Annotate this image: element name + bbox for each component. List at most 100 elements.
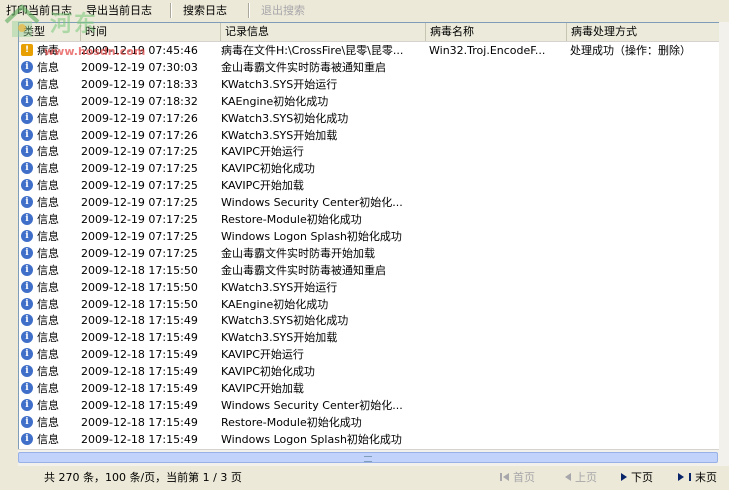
table-row[interactable]: i 信息 2009-12-18 17:15:49 KAVIPC初始化成功 — [19, 363, 720, 380]
cell-type: i 信息 — [19, 279, 83, 296]
row-type-label: 信息 — [37, 348, 59, 362]
row-type-label: 信息 — [37, 77, 59, 91]
horizontal-scroll-thumb[interactable] — [18, 452, 718, 463]
cell-type: i 信息 — [19, 363, 83, 380]
cell-virus-name — [429, 76, 567, 93]
table-row[interactable]: ! 病毒 2009-12-19 07:45:46 病毒在文件H:\CrossFire\… — [19, 42, 720, 59]
cell-action — [570, 211, 720, 228]
toolbar-separator — [248, 3, 250, 18]
first-page-button[interactable]: 首页 — [500, 470, 535, 486]
row-type-label: 病毒 — [37, 44, 59, 57]
table-row[interactable]: i 信息 2009-12-19 07:17:25 KAVIPC开始加载 — [19, 177, 720, 194]
cell-virus-name — [429, 431, 567, 448]
cell-action — [570, 329, 720, 346]
cell-type: i 信息 — [19, 93, 83, 110]
column-header-record[interactable]: 记录信息 — [221, 23, 426, 41]
cell-time: 2009-12-19 07:17:25 — [81, 145, 198, 159]
row-type-label: 信息 — [37, 415, 59, 429]
horizontal-scrollbar[interactable] — [18, 449, 719, 466]
row-type-label: 信息 — [37, 162, 59, 176]
cell-time: 2009-12-19 07:17:25 — [81, 162, 198, 176]
table-row[interactable]: i 信息 2009-12-18 17:15:50 KAEngine初始化成功 — [19, 296, 720, 313]
table-row[interactable]: i 信息 2009-12-18 17:15:49 KAVIPC开始运行 — [19, 346, 720, 363]
vertical-scrollbar[interactable] — [719, 22, 729, 466]
column-header-time[interactable]: 时间 — [81, 23, 221, 41]
cell-virus-name — [429, 380, 567, 397]
cell-record: KWatch3.SYS开始加载 — [221, 128, 338, 142]
cell-record: 金山毒霸文件实时防毒开始加载 — [221, 246, 375, 260]
print-log-button[interactable]: 打印当前日志 — [6, 3, 72, 18]
row-type-label: 信息 — [37, 145, 59, 159]
info-icon: i — [21, 365, 33, 378]
cell-virus-name — [429, 110, 567, 127]
cell-time: 2009-12-19 07:17:26 — [81, 111, 198, 125]
cell-action — [570, 262, 720, 279]
cell-time: 2009-12-19 07:17:25 — [81, 179, 198, 193]
column-header-virus-name[interactable]: 病毒名称 — [426, 23, 567, 41]
table-row[interactable]: i 信息 2009-12-19 07:17:25 Restore-Module初始化成… — [19, 211, 720, 228]
info-icon: i — [21, 145, 33, 158]
cell-time: 2009-12-18 17:15:50 — [81, 280, 198, 294]
table-row[interactable]: i 信息 2009-12-19 07:17:25 Windows Security C… — [19, 194, 720, 211]
table-row[interactable]: i 信息 2009-12-19 07:17:26 KWatch3.SYS初始化成功 — [19, 110, 720, 127]
table-row[interactable]: i 信息 2009-12-19 07:17:25 KAVIPC开始运行 — [19, 143, 720, 160]
table-row[interactable]: i 信息 2009-12-19 07:17:25 金山毒霸文件实时防毒开始加载 — [19, 245, 720, 262]
table-row[interactable]: i 信息 2009-12-18 17:15:49 KWatch3.SYS开始加载 — [19, 329, 720, 346]
cell-action — [570, 228, 720, 245]
table-row[interactable]: i 信息 2009-12-19 07:18:32 KAEngine初始化成功 — [19, 93, 720, 110]
cell-type: i 信息 — [19, 228, 83, 245]
cell-type: i 信息 — [19, 211, 83, 228]
next-page-button[interactable]: 下页 — [621, 470, 653, 486]
cell-record: KWatch3.SYS初始化成功 — [221, 314, 349, 328]
prev-page-button[interactable]: 上页 — [565, 470, 597, 486]
info-icon: i — [21, 213, 33, 225]
row-type-label: 信息 — [37, 128, 59, 142]
table-row[interactable]: i 信息 2009-12-18 17:15:49 Windows Security C… — [19, 397, 720, 414]
table-row[interactable]: i 信息 2009-12-18 17:15:50 KWatch3.SYS开始运行 — [19, 279, 720, 296]
table-row[interactable]: i 信息 2009-12-18 17:15:49 Restore-Module初始化成… — [19, 414, 720, 431]
export-log-button[interactable]: 导出当前日志 — [86, 3, 152, 18]
last-page-button[interactable]: 末页 — [678, 470, 717, 486]
cell-action — [570, 279, 720, 296]
info-icon: i — [21, 246, 33, 259]
cell-time: 2009-12-18 17:15:50 — [81, 297, 198, 311]
table-row[interactable]: i 信息 2009-12-19 07:17:25 Windows Logon Spla… — [19, 228, 720, 245]
exit-search-button[interactable]: 退出搜索 — [261, 3, 305, 18]
cell-record: KAVIPC开始运行 — [221, 348, 304, 362]
next-page-label: 下页 — [631, 471, 653, 484]
last-page-bar-icon — [689, 473, 691, 481]
log-list[interactable]: 类型 时间 记录信息 病毒名称 病毒处理方式 ! 病毒 2009-12-19 07:… — [18, 22, 721, 466]
toolbar-separator — [170, 3, 172, 18]
info-icon: i — [21, 348, 33, 361]
cell-time: 2009-12-18 17:15:49 — [81, 331, 198, 345]
info-icon: i — [21, 263, 33, 276]
cell-virus-name — [429, 127, 567, 144]
table-row[interactable]: i 信息 2009-12-19 07:17:26 KWatch3.SYS开始加载 — [19, 127, 720, 144]
cell-record: Restore-Module初始化成功 — [221, 213, 362, 226]
info-icon: i — [21, 229, 33, 242]
table-row[interactable]: i 信息 2009-12-18 17:15:50 金山毒霸文件实时防毒被通知重启 — [19, 262, 720, 279]
cell-record: KAVIPC开始运行 — [221, 145, 304, 159]
table-row[interactable]: i 信息 2009-12-19 07:30:03 金山毒霸文件实时防毒被通知重启 — [19, 59, 720, 76]
column-header-action[interactable]: 病毒处理方式 — [567, 23, 720, 41]
cell-time: 2009-12-18 17:15:49 — [81, 398, 198, 412]
table-row[interactable]: i 信息 2009-12-19 07:17:25 KAVIPC初始化成功 — [19, 160, 720, 177]
cell-time: 2009-12-19 07:17:25 — [81, 213, 198, 226]
table-row[interactable]: i 信息 2009-12-19 07:18:33 KWatch3.SYS开始运行 — [19, 76, 720, 93]
cell-record: Restore-Module初始化成功 — [221, 415, 362, 429]
search-log-button[interactable]: 搜索日志 — [183, 3, 227, 18]
cell-virus-name — [429, 245, 567, 262]
table-row[interactable]: i 信息 2009-12-18 17:15:49 KAVIPC开始加载 — [19, 380, 720, 397]
cell-action — [570, 312, 720, 329]
cell-virus-name — [429, 194, 567, 211]
cell-type: i 信息 — [19, 143, 83, 160]
cell-record: KAVIPC开始加载 — [221, 382, 304, 395]
table-row[interactable]: i 信息 2009-12-18 17:15:49 KWatch3.SYS初始化成功 — [19, 312, 720, 329]
cell-record: Windows Security Center初始化... — [221, 196, 403, 210]
cell-virus-name: Win32.Troj.EncodeF... — [429, 44, 546, 57]
cell-virus-name — [429, 160, 567, 177]
cell-virus-name — [429, 93, 567, 110]
table-row[interactable]: i 信息 2009-12-18 17:15:49 Windows Logon Spla… — [19, 431, 720, 448]
column-header-type[interactable]: 类型 — [19, 23, 81, 41]
cell-record: Windows Logon Splash初始化成功 — [221, 432, 402, 446]
